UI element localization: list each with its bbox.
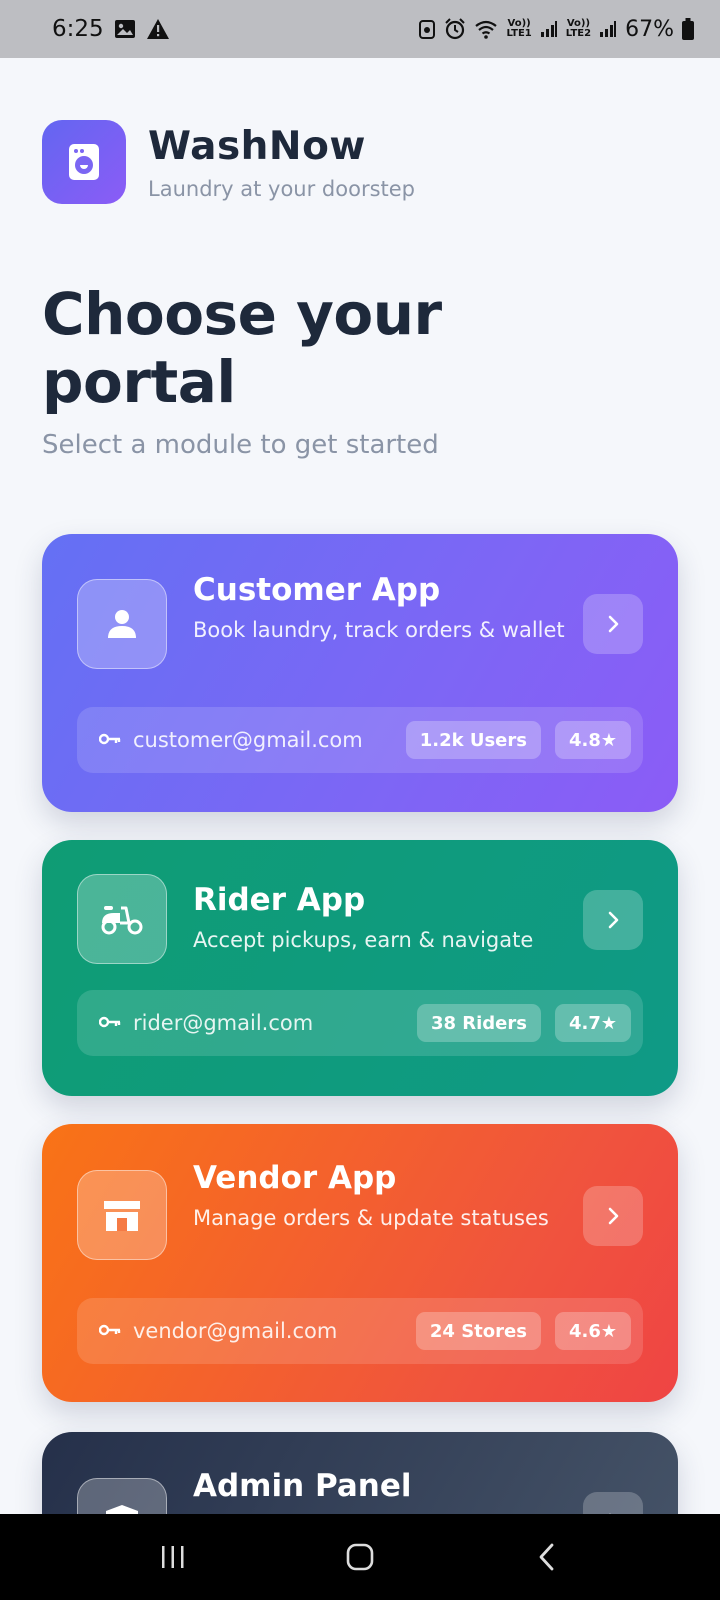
battery-percent: 67% (625, 16, 674, 42)
chevron-right-icon[interactable] (583, 594, 643, 654)
back-icon[interactable] (517, 1527, 577, 1587)
store-icon (77, 1170, 167, 1260)
stat-badge: 24 Stores (415, 1312, 541, 1350)
portal-title: Customer App (193, 572, 441, 608)
sim1-text: LTE1 (506, 28, 532, 39)
image-icon (114, 18, 136, 40)
credential-row: rider@gmail.com 38 Riders 4.7★ (77, 990, 643, 1056)
home-icon[interactable] (330, 1527, 390, 1587)
alert-icon (146, 18, 170, 40)
portal-card-rider[interactable]: Rider App Accept pickups, earn & navigat… (42, 840, 678, 1096)
chevron-right-icon[interactable] (583, 890, 643, 950)
signal-icon (599, 20, 617, 38)
signal-icon (540, 20, 558, 38)
key-icon (98, 1322, 121, 1341)
credential-row: vendor@gmail.com 24 Stores 4.6★ (77, 1298, 643, 1364)
chevron-right-icon[interactable] (583, 1186, 643, 1246)
login-email: vendor@gmail.com (133, 1319, 338, 1343)
sim1-label: Vo)) LTE1 (506, 19, 531, 39)
wifi-icon (474, 19, 498, 39)
alarm-icon (444, 18, 466, 40)
stat-badge: 38 Riders (416, 1004, 541, 1042)
portal-description: Accept pickups, earn & navigate (193, 928, 534, 952)
user-icon (77, 579, 167, 669)
recent-apps-icon[interactable] (143, 1527, 203, 1587)
portal-card-admin[interactable]: Admin Panel (42, 1432, 678, 1514)
rating-badge: 4.8★ (554, 721, 631, 759)
system-nav-bar (0, 1514, 720, 1600)
sim2-label: Vo)) LTE2 (566, 19, 591, 39)
rating-badge: 4.6★ (554, 1312, 631, 1350)
portal-title: Rider App (193, 882, 366, 918)
portal-title: Admin Panel (193, 1468, 412, 1504)
sim-icon (418, 18, 436, 40)
app-content: WashNow Laundry at your doorstep Choose … (0, 58, 720, 1514)
washing-machine-icon (42, 120, 126, 204)
credential-row: customer@gmail.com 1.2k Users 4.8★ (77, 707, 643, 773)
portal-description: Book laundry, track orders & wallet (193, 618, 565, 642)
chevron-right-icon[interactable] (583, 1492, 643, 1514)
status-time: 6:25 (52, 16, 104, 42)
key-icon (98, 731, 121, 750)
scooter-icon (77, 874, 167, 964)
page-title: Choose your portal (42, 280, 442, 416)
portal-title: Vendor App (193, 1160, 397, 1196)
rating-badge: 4.7★ (554, 1004, 631, 1042)
shield-icon (77, 1478, 167, 1514)
login-email: customer@gmail.com (133, 728, 363, 752)
sim2-text: LTE2 (565, 28, 592, 39)
key-icon (98, 1014, 121, 1033)
portal-card-customer[interactable]: Customer App Book laundry, track orders … (42, 534, 678, 812)
portal-description: Manage orders & update statuses (193, 1206, 549, 1230)
stat-badge: 1.2k Users (405, 721, 541, 759)
battery-icon (682, 18, 694, 40)
page-subtitle: Select a module to get started (42, 430, 439, 460)
status-bar: 6:25 Vo)) LTE1 Vo)) LTE2 67% (0, 0, 720, 58)
brand-tagline: Laundry at your doorstep (148, 176, 416, 201)
login-email: rider@gmail.com (133, 1011, 314, 1035)
brand-header: WashNow Laundry at your doorstep (42, 120, 415, 204)
portal-card-vendor[interactable]: Vendor App Manage orders & update status… (42, 1124, 678, 1402)
brand-name: WashNow (148, 123, 366, 169)
